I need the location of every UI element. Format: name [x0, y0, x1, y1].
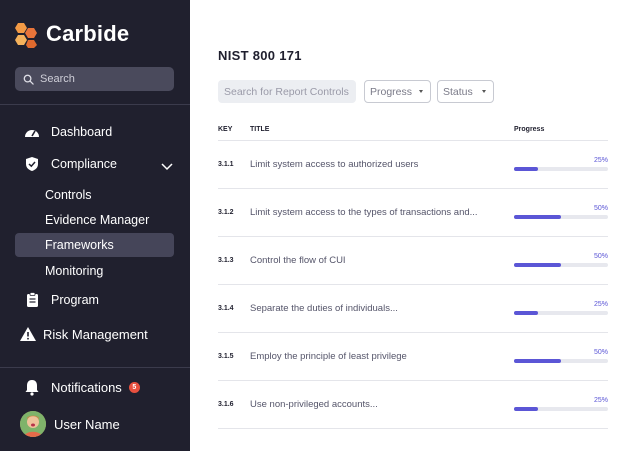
column-header-key[interactable]: KEY — [218, 126, 232, 133]
control-title[interactable]: Limit system access to authorized users — [250, 159, 418, 170]
progress-bar-fill — [514, 311, 538, 315]
control-key: 3.1.5 — [218, 353, 234, 360]
progress-bar — [514, 215, 608, 219]
nav-dashboard[interactable]: Dashboard — [23, 123, 213, 141]
control-title[interactable]: Limit system access to the types of tran… — [250, 207, 478, 218]
progress-bar — [514, 311, 608, 315]
control-title[interactable]: Control the flow of CUI — [250, 255, 346, 266]
nav-evidence-manager[interactable]: Evidence Manager — [45, 213, 149, 227]
shield-check-icon — [23, 155, 41, 173]
progress-percent: 50% — [593, 205, 608, 212]
progress-bar-fill — [514, 215, 561, 219]
control-key: 3.1.3 — [218, 257, 234, 264]
bell-icon — [23, 378, 41, 396]
carbide-logo-icon — [15, 23, 37, 48]
nav-notifications[interactable]: Notifications 5 — [23, 378, 213, 396]
nav-compliance[interactable]: Compliance — [23, 155, 173, 173]
user-name: User Name — [54, 416, 120, 432]
chevron-down-icon[interactable] — [161, 158, 173, 176]
table-row[interactable]: 3.1.1 Limit system access to authorized u… — [218, 141, 608, 189]
status-filter-dropdown[interactable]: Status — [437, 80, 494, 103]
caret-down-icon — [482, 90, 486, 93]
app-name: Carbide — [46, 21, 130, 46]
report-controls-search-input[interactable]: Search for Report Controls — [218, 80, 356, 103]
sidebar-search-input[interactable]: Search — [15, 67, 174, 91]
progress-bar — [514, 263, 608, 267]
progress-bar-fill — [514, 407, 538, 411]
dashboard-gauge-icon — [23, 123, 41, 141]
progress-bar-fill — [514, 167, 538, 171]
column-header-progress[interactable]: Progress — [514, 126, 544, 133]
table-row[interactable]: 3.1.3 Control the flow of CUI 50% — [218, 237, 608, 285]
progress-percent: 50% — [593, 349, 608, 356]
progress-percent: 25% — [593, 157, 608, 164]
page-title: NIST 800 171 — [218, 48, 302, 63]
table-row[interactable]: 3.1.6 Use non-privileged accounts... 25% — [218, 381, 608, 429]
progress-bar — [514, 407, 608, 411]
progress-bar — [514, 359, 608, 363]
nav-program-label: Program — [51, 293, 99, 307]
nav-controls[interactable]: Controls — [45, 188, 92, 202]
user-profile[interactable]: User Name — [20, 411, 210, 437]
search-icon — [23, 74, 34, 85]
column-header-title[interactable]: TITLE — [250, 126, 269, 133]
control-title[interactable]: Use non-privileged accounts... — [250, 399, 378, 410]
clipboard-icon — [23, 291, 41, 309]
nav-risk-management[interactable]: Risk Management — [19, 325, 209, 343]
control-key: 3.1.2 — [218, 209, 234, 216]
progress-filter-dropdown[interactable]: Progress — [364, 80, 431, 103]
notification-count-badge: 5 — [128, 381, 140, 393]
avatar — [20, 411, 46, 437]
control-key: 3.1.4 — [218, 305, 234, 312]
nav-compliance-label: Compliance — [51, 157, 118, 171]
nav-risk-management-label: Risk Management — [43, 326, 148, 342]
progress-bar-fill — [514, 359, 561, 363]
warning-triangle-icon — [19, 325, 37, 343]
table-row[interactable]: 3.1.4 Separate the duties of individuals.… — [218, 285, 608, 333]
nav-dashboard-label: Dashboard — [51, 125, 113, 139]
row-divider — [218, 428, 608, 429]
progress-filter-label: Progress — [370, 85, 413, 98]
progress-bar — [514, 167, 608, 171]
table-row[interactable]: 3.1.5 Employ the principle of least privi… — [218, 333, 608, 381]
nav-frameworks[interactable]: Frameworks — [45, 238, 114, 252]
nav-notifications-label: Notifications — [51, 379, 122, 395]
divider — [0, 104, 190, 105]
table-row[interactable]: 3.1.2 Limit system access to the types of… — [218, 189, 608, 237]
sidebar: Carbide Search Dashboard Compliance Cont… — [0, 0, 190, 451]
report-controls-search-placeholder: Search for Report Controls — [224, 85, 349, 98]
nav-program[interactable]: Program — [23, 291, 213, 309]
caret-down-icon — [419, 90, 423, 93]
divider — [0, 367, 190, 368]
search-placeholder: Search — [40, 73, 75, 85]
control-title[interactable]: Separate the duties of individuals... — [250, 303, 398, 314]
control-key: 3.1.1 — [218, 161, 234, 168]
control-title[interactable]: Employ the principle of least privilege — [250, 351, 407, 362]
nav-monitoring[interactable]: Monitoring — [45, 264, 103, 278]
control-key: 3.1.6 — [218, 401, 234, 408]
progress-percent: 25% — [593, 301, 608, 308]
logo[interactable]: Carbide — [14, 20, 129, 48]
status-filter-label: Status — [443, 85, 473, 98]
progress-percent: 25% — [593, 397, 608, 404]
progress-bar-fill — [514, 263, 561, 267]
progress-percent: 50% — [593, 253, 608, 260]
